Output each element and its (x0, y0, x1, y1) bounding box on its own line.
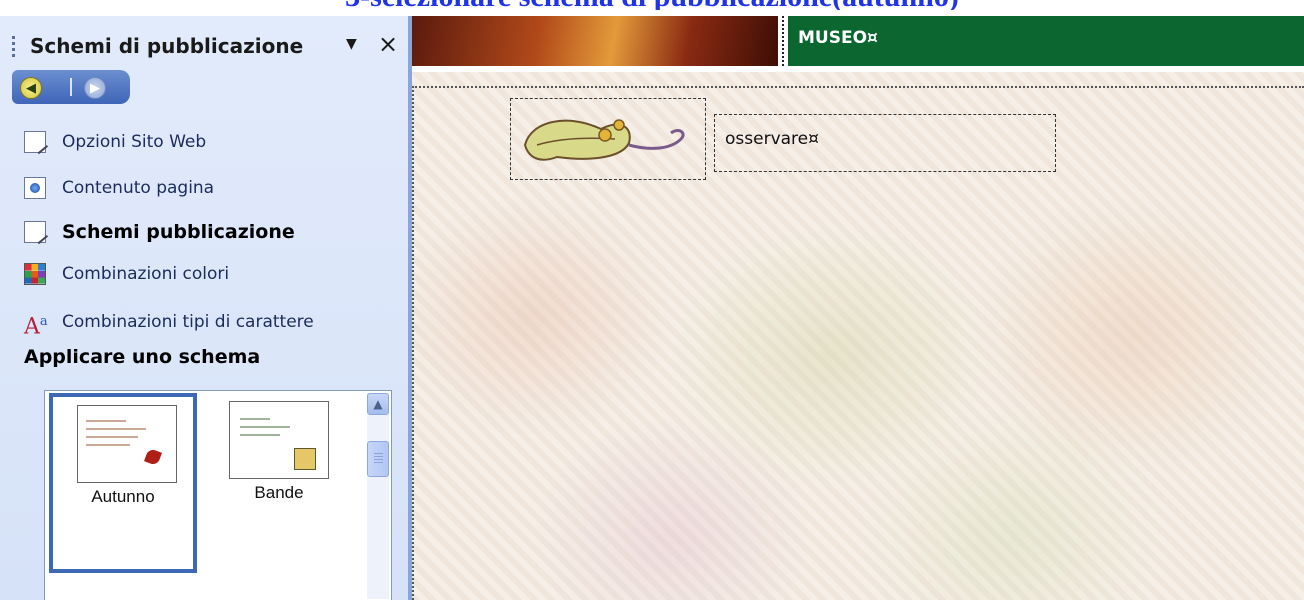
menu-item-combinazioni-tipi-carattere[interactable]: Aa Combinazioni tipi di carattere (24, 308, 314, 340)
gallery-scrollbar[interactable]: ▲ (367, 393, 389, 599)
scheme-preview-image (77, 405, 177, 483)
publication-scheme-icon (24, 221, 46, 243)
doc-pencil-icon (24, 131, 46, 153)
pane-menu-dropdown-icon[interactable]: ▼ (346, 36, 357, 52)
layout-guide (412, 86, 414, 600)
forward-arrow-icon[interactable]: ▶ (84, 77, 106, 99)
banner-image (412, 16, 778, 66)
menu-item-combinazioni-colori[interactable]: Combinazioni colori (24, 260, 229, 288)
scheme-thumb-bande[interactable]: Bande (205, 393, 353, 573)
menu-item-contenuto-pagina[interactable]: Contenuto pagina (24, 174, 214, 202)
scheme-name: Autunno (91, 487, 155, 506)
task-pane-header: Schemi di pubblicazione ▼ × (0, 16, 408, 66)
task-pane-nav: ◀ ▶ (12, 70, 130, 104)
scroll-thumb[interactable] (367, 441, 389, 477)
menu-item-opzioni-sito-web[interactable]: Opzioni Sito Web (24, 128, 206, 156)
scheme-name: Bande (254, 483, 304, 502)
text-box[interactable]: osservare¤ (714, 114, 1056, 172)
task-pane-title: Schemi di pubblicazione (30, 34, 304, 58)
menu-item-label: Combinazioni tipi di carattere (62, 312, 314, 332)
grip-handle-icon[interactable] (12, 36, 15, 58)
scheme-gallery: Autunno Bande ▲ (44, 390, 392, 600)
menu-item-schemi-pubblicazione[interactable]: Schemi pubblicazione (24, 218, 295, 246)
scheme-thumb-autunno[interactable]: Autunno (49, 393, 197, 573)
scheme-preview-image (229, 401, 329, 479)
nav-separator (70, 78, 72, 96)
menu-item-label: Combinazioni colori (62, 264, 230, 284)
menu-item-label: Schemi pubblicazione (62, 221, 295, 243)
banner-rule (412, 66, 1304, 72)
task-pane: Schemi di pubblicazione ▼ × ◀ ▶ Opzioni … (0, 16, 412, 600)
layout-guide (412, 86, 1304, 88)
page-canvas[interactable]: MUSEO¤ osservare¤ (412, 16, 1304, 600)
section-title: Applicare uno schema (24, 346, 261, 368)
close-icon[interactable]: × (378, 30, 398, 58)
banner-separator (778, 16, 788, 66)
menu-item-label: Contenuto pagina (62, 178, 215, 198)
leaf-ornament-icon (523, 119, 685, 161)
scroll-up-icon[interactable]: ▲ (367, 393, 389, 415)
font-icon: Aa (24, 314, 48, 340)
banner-title[interactable]: MUSEO¤ (798, 28, 878, 48)
menu-item-label: Opzioni Sito Web (62, 132, 207, 152)
back-arrow-icon[interactable]: ◀ (20, 77, 42, 99)
text-box-content: osservare¤ (725, 129, 819, 149)
slide-caption: 3-selezionare schema di pubblicazione(au… (0, 0, 1304, 10)
page-content-icon (24, 177, 46, 199)
color-grid-icon (24, 263, 46, 285)
leaf-ornament-image[interactable] (510, 98, 706, 180)
